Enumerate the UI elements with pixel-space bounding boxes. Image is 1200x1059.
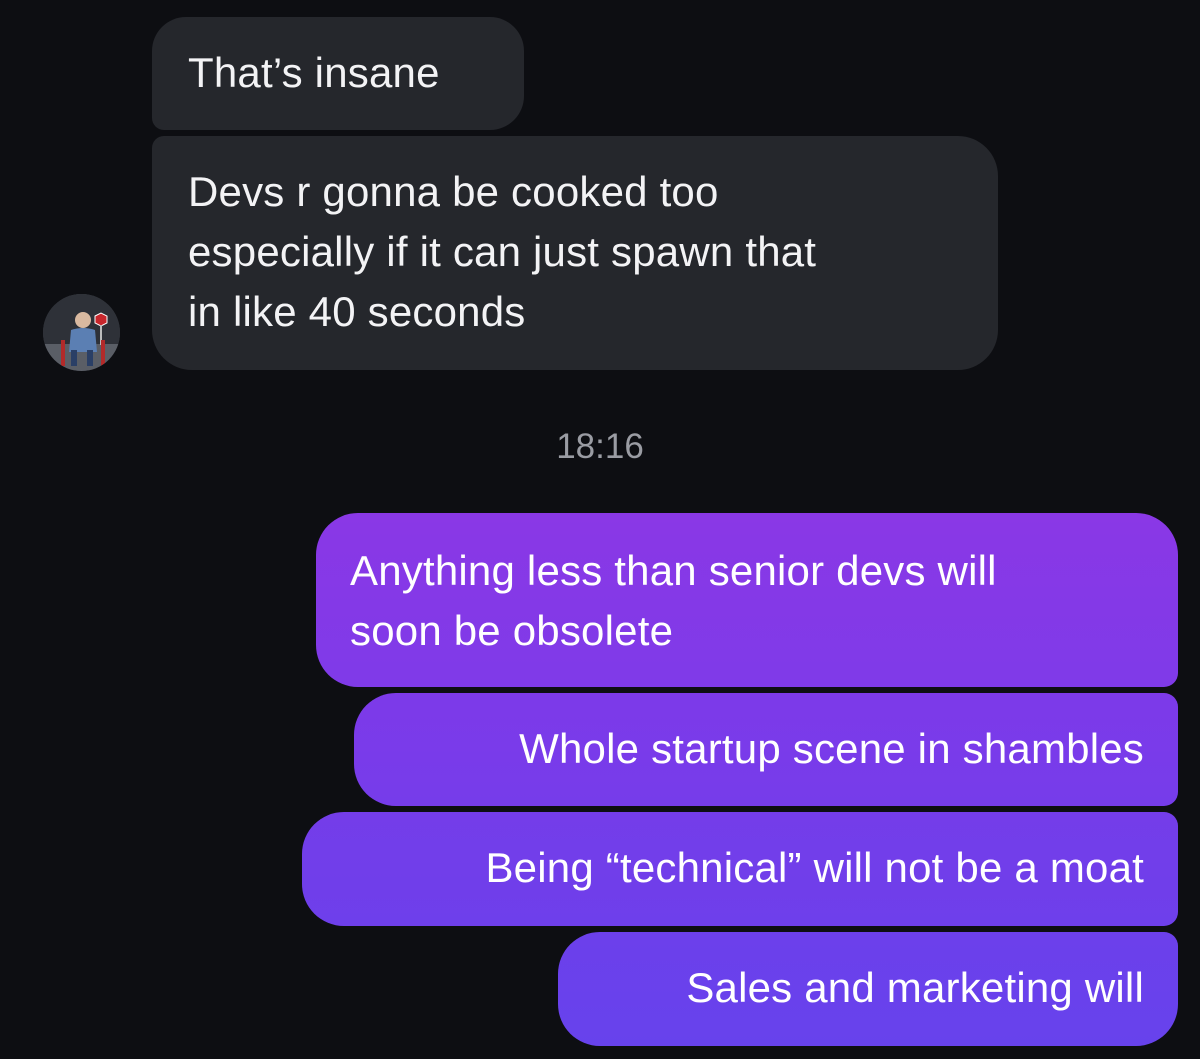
- outgoing-message[interactable]: Being “technical” will not be a moat: [302, 812, 1178, 926]
- message-text: Sales and marketing will: [686, 964, 1144, 1011]
- incoming-message[interactable]: That’s insane: [152, 17, 524, 130]
- message-text-line: especially if it can just spawn that: [188, 228, 817, 275]
- incoming-message[interactable]: Devs r gonna be cooked too especially if…: [152, 136, 998, 370]
- outgoing-message[interactable]: Whole startup scene in shambles: [354, 693, 1178, 806]
- message-text-line: in like 40 seconds: [188, 288, 526, 335]
- outgoing-message[interactable]: Sales and marketing will: [558, 932, 1178, 1046]
- message-text-line: soon be obsolete: [350, 607, 674, 654]
- message-text-line: Anything less than senior devs will: [350, 547, 997, 594]
- message-text: That’s insane: [188, 49, 440, 96]
- message-text: Whole startup scene in shambles: [519, 725, 1144, 772]
- outgoing-message[interactable]: Anything less than senior devs will soon…: [316, 513, 1178, 687]
- avatar[interactable]: [43, 294, 120, 371]
- person-with-stop-sign-avatar-icon: [43, 294, 120, 371]
- message-text: Being “technical” will not be a moat: [485, 844, 1144, 891]
- message-text-line: Devs r gonna be cooked too: [188, 168, 719, 215]
- message-timestamp: 18:16: [556, 427, 644, 466]
